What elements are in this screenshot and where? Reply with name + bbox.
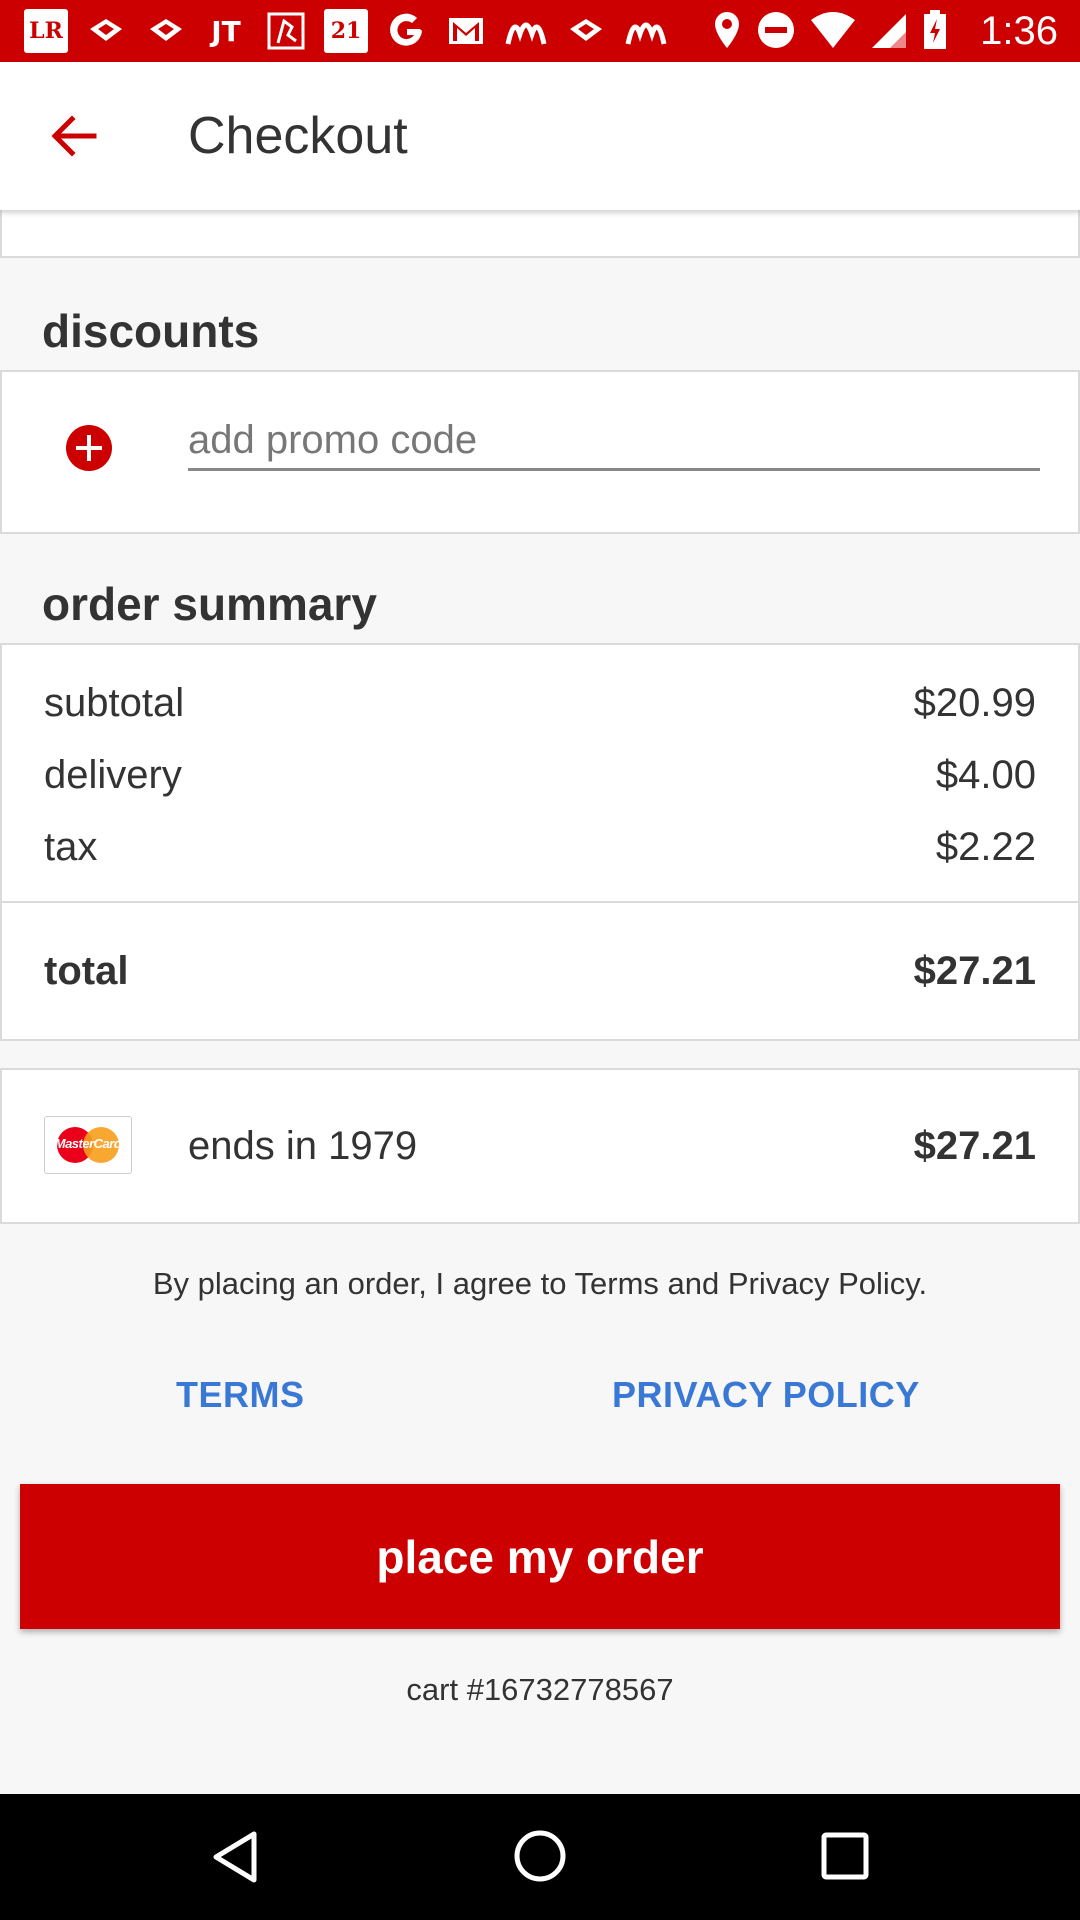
back-button[interactable] [44, 106, 104, 166]
back-arrow-icon [51, 115, 97, 157]
cell-signal-icon [870, 10, 908, 55]
summary-row-subtotal: subtotal $20.99 [44, 679, 1036, 727]
tax-value: $2.22 [935, 825, 1036, 869]
wifi-icon [810, 10, 856, 55]
total-value: $27.21 [913, 949, 1036, 993]
total-label: total [44, 949, 129, 993]
terms-link[interactable]: TERMS [176, 1374, 305, 1416]
cart-number: cart #16732778567 [406, 1672, 674, 1707]
place-order-button[interactable]: place my order [20, 1484, 1060, 1629]
forever21-icon: 21 [324, 9, 368, 53]
moto-icon [624, 9, 668, 53]
agreement-text: By placing an order, I agree to Terms an… [152, 1266, 928, 1301]
status-time: 1:36 [980, 9, 1058, 53]
nav-recents-icon[interactable] [820, 1831, 870, 1881]
page-title: Checkout [188, 107, 408, 165]
summary-row-tax: tax $2.22 [44, 823, 1036, 871]
google-icon [384, 9, 428, 53]
dropbox-icon [144, 9, 188, 53]
promo-code-input[interactable] [188, 412, 1040, 471]
add-promo-icon[interactable] [66, 425, 112, 471]
payment-method-card[interactable]: MasterCard ends in 1979 $27.21 [0, 1068, 1080, 1224]
delivery-value: $4.00 [935, 753, 1036, 797]
payment-row: ends in 1979 $27.21 [188, 1122, 1036, 1170]
location-icon [712, 10, 742, 55]
lr-icon-label: LR [29, 18, 63, 44]
notification-icons: LR JT 21 [24, 9, 668, 53]
lr-icon: LR [24, 9, 68, 53]
subtotal-value: $20.99 [913, 681, 1036, 725]
subtotal-label: subtotal [44, 681, 185, 725]
foreverjoy-icon [264, 9, 308, 53]
payment-amount: $27.21 [913, 1124, 1036, 1168]
moto-icon [504, 9, 548, 53]
tax-label: tax [44, 825, 98, 869]
dropbox-icon [564, 9, 608, 53]
gmail-icon [444, 9, 488, 53]
nav-home-icon[interactable] [512, 1828, 568, 1884]
mastercard-icon: MasterCard [44, 1116, 132, 1174]
delivery-label: delivery [44, 753, 182, 797]
status-bar: LR JT 21 1:36 [0, 0, 1080, 62]
promo-code-card [0, 370, 1080, 534]
nav-back-icon[interactable] [210, 1830, 260, 1884]
card-ending-text: ends in 1979 [188, 1124, 418, 1168]
forever21-icon-label: 21 [330, 18, 362, 44]
order-summary-card: subtotal $20.99 delivery $4.00 tax $2.22 [0, 643, 1080, 903]
system-status-icons [712, 9, 948, 56]
dropbox-icon [84, 9, 128, 53]
app-bar: Checkout [0, 62, 1080, 210]
privacy-policy-link[interactable]: PRIVACY POLICY [612, 1374, 920, 1416]
battery-charging-icon [922, 9, 948, 56]
do-not-disturb-icon [756, 10, 796, 55]
summary-row-delivery: delivery $4.00 [44, 751, 1036, 799]
order-total-card: total $27.21 [0, 901, 1080, 1041]
system-navigation-bar [0, 1794, 1080, 1920]
jt-icon-label: JT [211, 14, 241, 48]
summary-row-total: total $27.21 [44, 947, 1036, 995]
mastercard-brand-text: MasterCard [54, 1136, 122, 1151]
order-summary-heading: order summary [42, 578, 377, 630]
discounts-heading: discounts [42, 305, 260, 357]
jt-icon: JT [204, 9, 248, 53]
